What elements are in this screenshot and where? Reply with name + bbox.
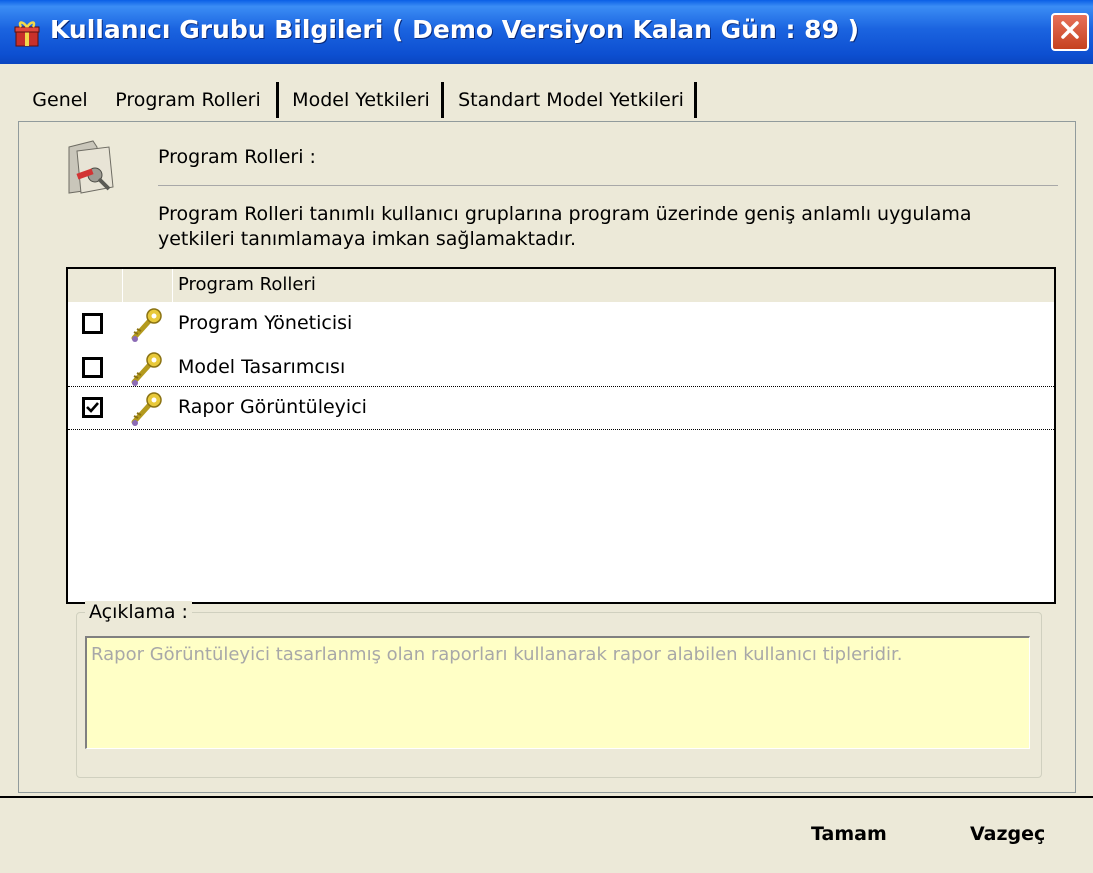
title-bar[interactable]: Kullanıcı Grubu Bilgileri ( Demo Versiyo… <box>0 0 1093 64</box>
list-item[interactable]: Model Tasarımcısı <box>68 346 1054 390</box>
close-button[interactable] <box>1051 13 1089 51</box>
role-checkbox[interactable] <box>82 313 103 334</box>
list-item-selected[interactable]: Rapor Görüntüleyici <box>68 386 1054 430</box>
settings-folder-icon <box>63 137 119 197</box>
role-label: Program Yöneticisi <box>178 312 353 334</box>
tab-panel: Program Rolleri : Program Rolleri tanıml… <box>18 121 1076 793</box>
key-icon <box>126 390 164 428</box>
tab-separator <box>694 82 697 118</box>
section-description: Program Rolleri tanımlı kullanıcı grupla… <box>158 203 972 250</box>
bottom-divider <box>0 796 1093 798</box>
tab-separator <box>441 82 444 118</box>
role-label: Rapor Görüntüleyici <box>178 396 367 418</box>
key-icon <box>126 350 164 388</box>
roles-list[interactable]: Program Rolleri Program Yöneticisi Model… <box>66 267 1056 604</box>
role-checkbox-checked[interactable] <box>82 397 103 418</box>
app-gift-icon <box>12 18 42 48</box>
tab-program-rolleri[interactable]: Program Rolleri <box>104 78 272 122</box>
section-title: Program Rolleri : <box>158 146 316 168</box>
tab-genel[interactable]: Genel <box>20 78 100 122</box>
section-divider <box>158 185 1058 186</box>
button-bar: Tamam Vazgeç <box>0 796 1093 873</box>
column-divider <box>122 269 123 302</box>
window-title: Kullanıcı Grubu Bilgileri ( Demo Versiyo… <box>50 15 860 44</box>
tab-model-yetkileri[interactable]: Model Yetkileri <box>282 78 440 122</box>
column-divider <box>172 269 173 302</box>
key-icon <box>126 306 164 344</box>
cancel-button[interactable]: Vazgeç <box>970 823 1045 845</box>
role-checkbox[interactable] <box>82 357 103 378</box>
description-group: Açıklama : Rapor Görüntüleyici tasarlanm… <box>76 601 1042 778</box>
tab-separator <box>276 82 279 118</box>
role-label: Model Tasarımcısı <box>178 356 346 378</box>
description-legend: Açıklama : <box>85 601 192 623</box>
list-item[interactable]: Program Yöneticisi <box>68 302 1054 346</box>
description-textbox[interactable]: Rapor Görüntüleyici tasarlanmış olan rap… <box>85 636 1030 749</box>
close-icon <box>1059 19 1081 45</box>
ok-button[interactable]: Tamam <box>811 823 887 845</box>
column-header-program-rolleri[interactable]: Program Rolleri <box>178 274 316 295</box>
tab-standart-model-yetkileri[interactable]: Standart Model Yetkileri <box>448 78 694 122</box>
dialog-window: Kullanıcı Grubu Bilgileri ( Demo Versiyo… <box>0 0 1093 873</box>
list-header: Program Rolleri <box>68 269 1054 302</box>
